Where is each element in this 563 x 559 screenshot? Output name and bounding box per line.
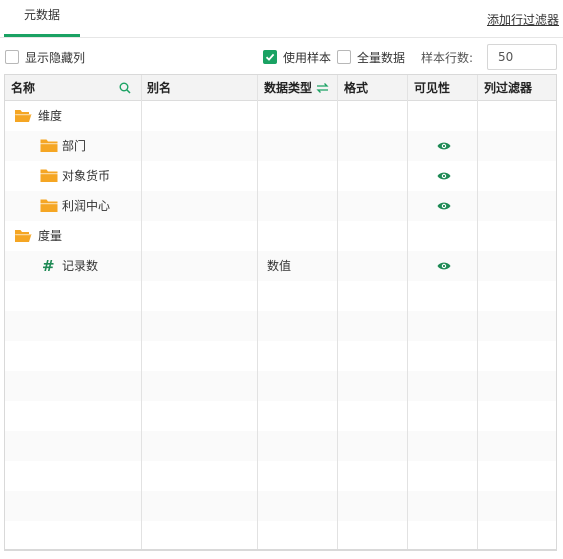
metadata-grid: 名称 别名 数据类型 格式 可见性 列过滤器 维度 部门 对象货币 利润中心 度… (4, 74, 557, 551)
show-hidden-label: 显示隐藏列 (25, 51, 86, 65)
sample-rows-label: 样本行数: (421, 51, 474, 65)
row-stripe (5, 491, 556, 521)
grid-header: 名称 别名 数据类型 格式 可见性 列过滤器 (5, 75, 556, 101)
show-hidden-checkbox[interactable] (5, 50, 19, 64)
grid-bottom-border (4, 549, 557, 551)
tree-row-field[interactable]: 对象货币 (5, 161, 556, 191)
tree-row-label: 利润中心 (62, 199, 111, 213)
sample-rows-input[interactable] (487, 44, 557, 70)
tree-row-group[interactable]: 维度 (5, 101, 556, 131)
datatype-cell[interactable]: 数值 (267, 251, 291, 281)
tree-row-label: 对象货币 (62, 169, 111, 183)
col-header-format[interactable]: 格式 (338, 75, 368, 101)
use-sample-checkbox[interactable] (263, 50, 277, 64)
full-data-checkbox[interactable] (337, 50, 351, 64)
folder-icon (40, 139, 58, 152)
col-header-column-filter[interactable]: 列过滤器 (478, 75, 532, 101)
tree-row-field[interactable]: 利润中心 (5, 191, 556, 221)
toolbar: 显示隐藏列 使用样本 全量数据 样本行数: (0, 43, 563, 71)
search-icon[interactable] (119, 82, 131, 94)
tree-row-label: 度量 (38, 229, 63, 243)
full-data-label: 全量数据 (357, 51, 406, 65)
folder-open-icon (15, 230, 32, 242)
convert-icon[interactable] (316, 82, 329, 94)
use-sample-label: 使用样本 (283, 51, 332, 65)
tree-row-label: 部门 (62, 139, 87, 153)
hash-icon: # (42, 257, 55, 275)
folder-icon (40, 199, 58, 212)
col-header-name[interactable]: 名称 (5, 75, 35, 101)
col-header-alias[interactable]: 别名 (141, 75, 171, 101)
tree-row-field[interactable]: # 记录数 数值 (5, 251, 556, 281)
eye-icon[interactable] (437, 141, 451, 151)
col-header-visibility[interactable]: 可见性 (408, 75, 450, 101)
eye-icon[interactable] (437, 171, 451, 181)
eye-icon[interactable] (437, 261, 451, 271)
tab-bar: 元数据 添加行过滤器 (0, 0, 563, 38)
tree-row-field[interactable]: 部门 (5, 131, 556, 161)
active-tab-indicator (4, 34, 80, 37)
tab-metadata[interactable]: 元数据 (4, 0, 80, 38)
add-row-filter-link[interactable]: 添加行过滤器 (487, 11, 559, 28)
check-icon (265, 53, 275, 61)
folder-icon (40, 169, 58, 182)
row-stripe (5, 311, 556, 341)
tree-row-label: 维度 (38, 109, 63, 123)
row-stripe (5, 371, 556, 401)
eye-icon[interactable] (437, 201, 451, 211)
tree-row-group[interactable]: 度量 (5, 221, 556, 251)
tree-row-label: 记录数 (62, 259, 99, 273)
row-stripe (5, 431, 556, 461)
col-header-datatype[interactable]: 数据类型 (258, 75, 312, 101)
folder-open-icon (15, 110, 32, 122)
